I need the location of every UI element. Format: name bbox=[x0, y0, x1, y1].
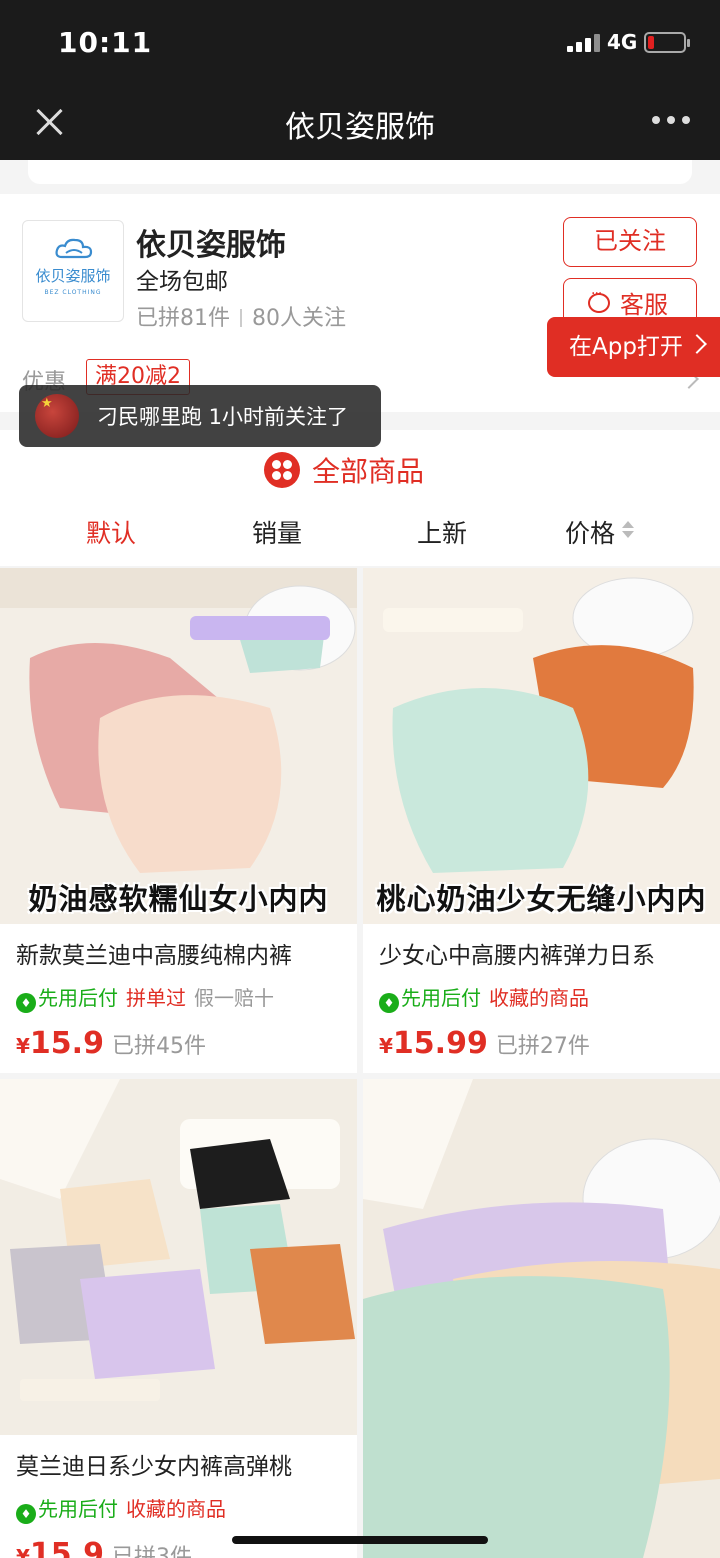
shop-logo[interactable]: 依贝姿服饰 BEZ CLOTHING bbox=[22, 220, 124, 322]
toast-text: 刁民哪里跑 1小时前关注了 bbox=[97, 405, 349, 429]
status-bar: 10:11 4G bbox=[0, 0, 720, 88]
grid-icon bbox=[264, 452, 300, 488]
section-title: 全部商品 bbox=[312, 455, 425, 488]
tag-favorited: 收藏的商品 bbox=[489, 986, 589, 1010]
open-in-app-button[interactable]: 在App打开 bbox=[547, 317, 720, 377]
signal-icon bbox=[567, 34, 601, 52]
network-label: 4G bbox=[607, 30, 638, 54]
product-card[interactable]: 奶油感软糯仙女小内内 新款莫兰迪中高腰纯棉内裤 ♦ 先用后付 拼单过 假一赔十 ¥15… bbox=[0, 568, 357, 1073]
price-value: 15.99 bbox=[392, 1026, 488, 1061]
shop-stats: 已拼81件 80人关注 bbox=[136, 300, 346, 332]
tag-favorited: 收藏的商品 bbox=[126, 1497, 226, 1521]
chat-icon bbox=[588, 286, 610, 313]
tag-pay-later: 先用后付 bbox=[38, 986, 118, 1010]
tag-pay-later: 先用后付 bbox=[38, 1497, 118, 1521]
product-title: 莫兰迪日系少女内裤高弹桃 bbox=[16, 1454, 292, 1480]
battery-icon bbox=[644, 32, 690, 53]
sold-count: 已拼81件 bbox=[136, 306, 230, 331]
product-card[interactable]: 莫兰迪日系少女内裤高弹桃 ♦ 先用后付 收藏的商品 ¥15.9 已拼3件 bbox=[0, 1079, 357, 1558]
top-strip bbox=[0, 160, 720, 194]
home-indicator bbox=[232, 1536, 488, 1544]
sold-count: 已拼27件 bbox=[495, 1034, 590, 1059]
product-tags: ♦ 先用后付 收藏的商品 bbox=[379, 982, 589, 1013]
product-card[interactable]: 桃心奶油少女无缝小内内 少女心中高腰内裤弹力日系 ♦ 先用后付 收藏的商品 ¥15.… bbox=[363, 568, 720, 1073]
nav-bar: 依贝姿服饰 bbox=[0, 88, 720, 160]
shop-name: 依贝姿服饰 bbox=[136, 228, 286, 263]
product-tags: ♦ 先用后付 拼单过 假一赔十 bbox=[16, 982, 274, 1013]
logo-subtext: BEZ CLOTHING bbox=[44, 289, 102, 296]
product-title: 新款莫兰迪中高腰纯棉内裤 bbox=[16, 943, 292, 969]
follow-button[interactable]: 已关注 bbox=[563, 217, 697, 267]
price-currency: ¥ bbox=[379, 1034, 393, 1058]
cloud-icon bbox=[55, 238, 93, 259]
product-image[interactable] bbox=[0, 1079, 357, 1435]
product-caption: 桃心奶油少女无缝小内内 bbox=[376, 882, 707, 916]
sold-count: 已拼3件 bbox=[111, 1545, 192, 1558]
avatar bbox=[35, 394, 79, 438]
product-image[interactable] bbox=[363, 1079, 720, 1558]
product-caption: 奶油感软糯仙女小内内 bbox=[28, 882, 329, 916]
price-currency: ¥ bbox=[16, 1545, 30, 1558]
product-price: ¥15.9 已拼3件 bbox=[16, 1537, 192, 1558]
product-image[interactable]: 桃心奶油少女无缝小内内 bbox=[363, 568, 720, 924]
product-price: ¥15.9 已拼45件 bbox=[16, 1026, 206, 1061]
sold-count: 已拼45件 bbox=[111, 1034, 206, 1059]
tag-pay-later: 先用后付 bbox=[401, 986, 481, 1010]
product-tags: ♦ 先用后付 收藏的商品 bbox=[16, 1493, 226, 1524]
product-card[interactable] bbox=[363, 1079, 720, 1558]
price-currency: ¥ bbox=[16, 1034, 30, 1058]
price-value: 15.9 bbox=[29, 1026, 104, 1061]
pay-later-icon: ♦ bbox=[16, 993, 36, 1013]
price-value: 15.9 bbox=[29, 1537, 104, 1558]
sort-tab-default[interactable]: 默认 bbox=[86, 514, 136, 550]
follow-toast: 刁民哪里跑 1小时前关注了 bbox=[19, 385, 381, 447]
shipping-label: 全场包邮 bbox=[136, 269, 228, 295]
product-image[interactable]: 奶油感软糯仙女小内内 bbox=[0, 568, 357, 924]
product-price: ¥15.99 已拼27件 bbox=[379, 1026, 590, 1061]
shop-header: 依贝姿服饰 BEZ CLOTHING 依贝姿服饰 全场包邮 已拼81件 80人关注… bbox=[0, 194, 720, 412]
page-title: 依贝姿服饰 bbox=[285, 110, 435, 145]
customer-service-label: 客服 bbox=[620, 291, 668, 319]
product-title: 少女心中高腰内裤弹力日系 bbox=[379, 943, 655, 969]
logo-text: 依贝姿服饰 bbox=[35, 267, 111, 285]
sort-tab-price[interactable]: 价格 bbox=[565, 514, 615, 550]
tag-group: 拼单过 bbox=[126, 986, 186, 1010]
tag-guarantee: 假一赔十 bbox=[194, 986, 274, 1010]
open-in-app-label: 在App打开 bbox=[569, 334, 683, 360]
sort-tab-sales[interactable]: 销量 bbox=[252, 514, 302, 550]
sort-arrows-icon[interactable] bbox=[621, 519, 635, 543]
more-icon[interactable] bbox=[652, 116, 692, 126]
status-time: 10:11 bbox=[58, 26, 153, 59]
sort-tab-new[interactable]: 上新 bbox=[417, 514, 467, 550]
follower-count: 80人关注 bbox=[252, 306, 346, 331]
pay-later-icon: ♦ bbox=[379, 993, 399, 1013]
pay-later-icon: ♦ bbox=[16, 1504, 36, 1524]
all-products-section: 全部商品 默认 销量 上新 价格 bbox=[0, 430, 720, 566]
chevron-right-icon bbox=[687, 334, 707, 354]
